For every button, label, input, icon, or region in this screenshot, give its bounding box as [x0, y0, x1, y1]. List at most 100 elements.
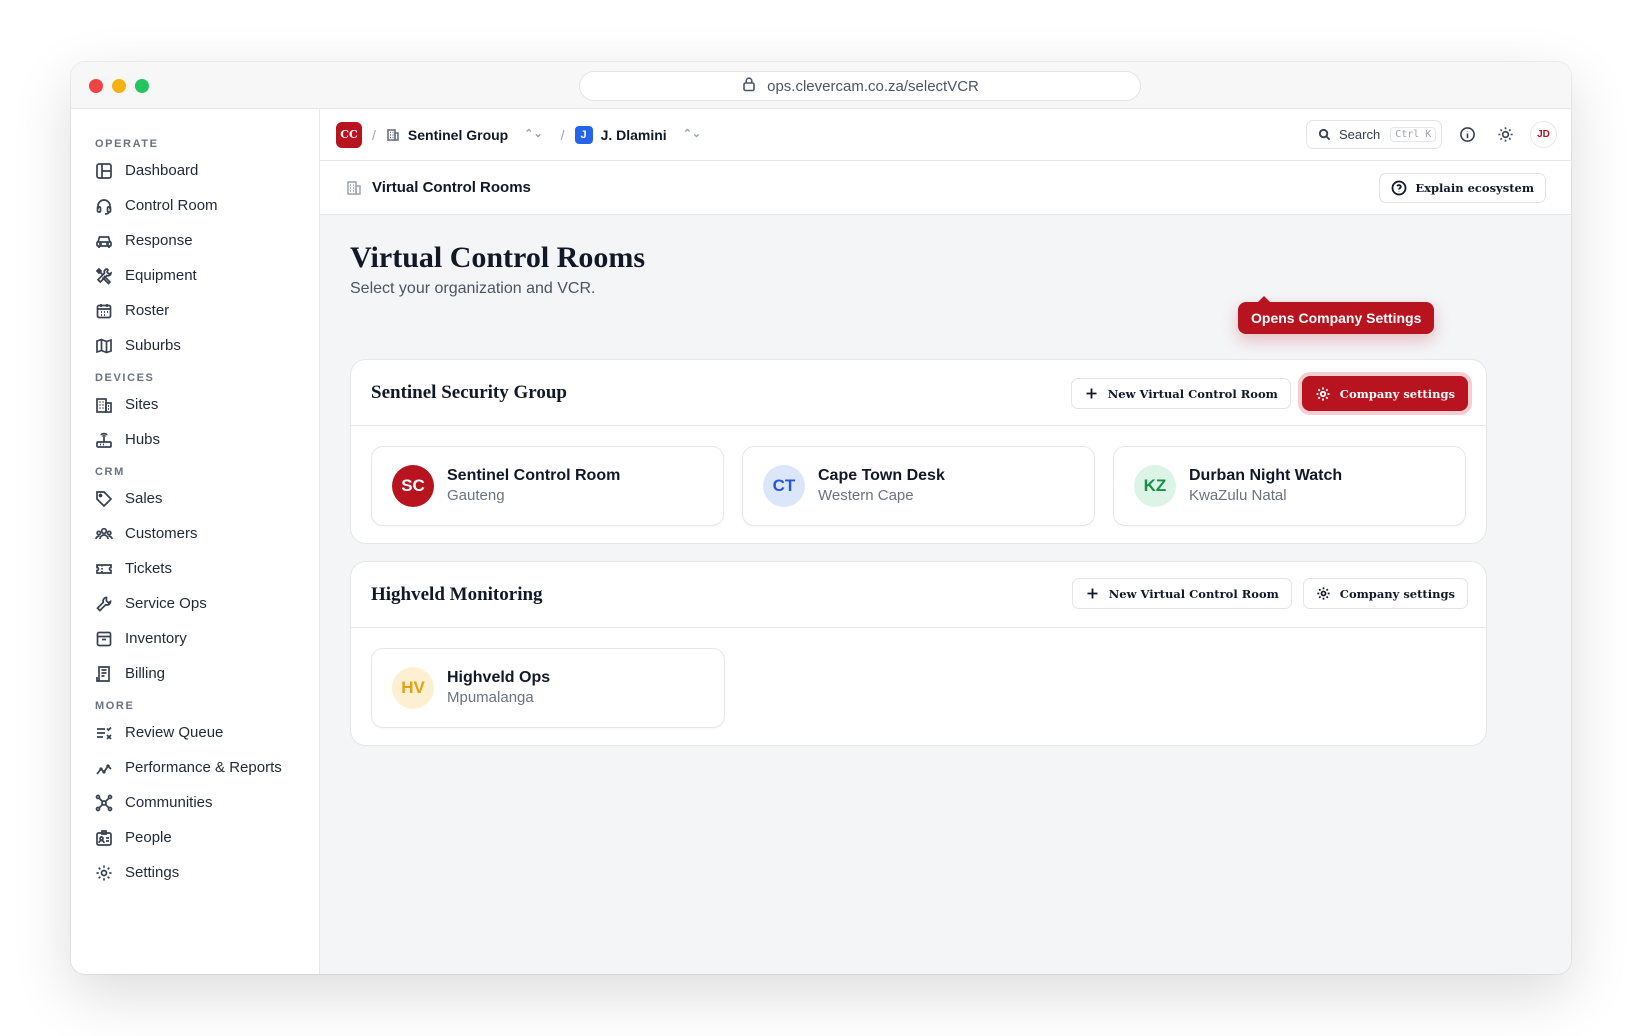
sidebar-item-label: Sales: [125, 490, 163, 507]
organization-actions: New Virtual Control Room Company setting…: [1071, 578, 1468, 609]
network-icon: [95, 794, 113, 811]
ticket-icon: [96, 563, 112, 574]
sidebar-item-label: Roster: [125, 302, 170, 319]
sidebar-item-label: Control Room: [125, 197, 218, 214]
building-icon: [347, 180, 361, 195]
page-subtitle: Select your organization and VCR.: [350, 280, 596, 297]
search-icon: [1318, 128, 1331, 141]
sidebar-item-roster[interactable]: Roster: [71, 293, 319, 328]
organization-card: Sentinel Security Group New Virtual Cont…: [350, 359, 1487, 544]
sidebar-item-inventory[interactable]: Inventory: [71, 621, 319, 656]
company-settings-button[interactable]: Company settings: [1302, 578, 1468, 609]
sidebar-section-more: MORE: [95, 700, 135, 712]
sidebar-item-billing[interactable]: Billing: [71, 656, 319, 691]
sidebar-item-sales[interactable]: Sales: [71, 481, 319, 516]
calendar-icon: [96, 303, 112, 318]
sidebar-item-settings[interactable]: Settings: [71, 855, 319, 890]
sidebar-item-hubs[interactable]: Hubs: [71, 422, 319, 457]
new-virtual-control-room-button[interactable]: New Virtual Control Room: [1071, 578, 1292, 609]
vcr-region: Mpumalanga: [447, 689, 534, 706]
layout-icon: [96, 162, 112, 179]
user-avatar[interactable]: JD: [1530, 121, 1557, 148]
page-title: Virtual Control Rooms: [350, 241, 645, 274]
new-vcr-label: New Virtual Control Room: [1108, 586, 1279, 601]
lock-icon: [741, 76, 757, 96]
topbar: CC / Sentinel Group ⌃⌄ / J J. Dlamini ⌃⌄…: [320, 109, 1571, 161]
sidebar-item-performance-reports[interactable]: Performance & Reports: [71, 750, 319, 785]
sidebar-item-label: Suburbs: [125, 337, 181, 354]
user-name: J. Dlamini: [600, 126, 667, 143]
sidebar-item-communities[interactable]: Communities: [71, 785, 319, 820]
sidebar-section-devices: DEVICES: [95, 372, 155, 384]
user-badge: J: [574, 125, 593, 144]
main-content: CC / Sentinel Group ⌃⌄ / J J. Dlamini ⌃⌄…: [320, 109, 1571, 974]
vcr-list: SC Sentinel Control Room Gauteng CT Cape…: [351, 426, 1486, 526]
organization-card-header: Highveld Monitoring New Virtual Control …: [351, 562, 1486, 628]
plus-icon: [1087, 588, 1098, 599]
sidebar-item-dashboard[interactable]: Dashboard: [71, 153, 319, 188]
page-header-bar: Virtual Control Rooms Explain ecosystem: [320, 161, 1571, 215]
maximize-window-button[interactable]: [135, 79, 149, 93]
sidebar-item-tickets[interactable]: Tickets: [71, 551, 319, 586]
vcr-card[interactable]: CT Cape Town Desk Western Cape: [742, 446, 1095, 526]
theme-toggle-button[interactable]: [1492, 122, 1518, 148]
help-circle-icon: [1391, 180, 1407, 196]
sun-icon: [1497, 127, 1513, 142]
sidebar-item-sites[interactable]: Sites: [71, 387, 319, 422]
search-button[interactable]: Search Ctrl K: [1306, 120, 1442, 149]
sidebar-item-label: Dashboard: [125, 162, 199, 179]
sidebar-item-customers[interactable]: Customers: [71, 516, 319, 551]
browser-window: ops.clevercam.co.za/selectVCR OPERATE Da…: [71, 62, 1571, 974]
sidebar-item-equipment[interactable]: Equipment: [71, 258, 319, 293]
vcr-name: Sentinel Control Room: [447, 467, 621, 484]
sidebar-item-control-room[interactable]: Control Room: [71, 188, 319, 223]
plus-icon: [1086, 388, 1097, 399]
vcr-card[interactable]: HV Highveld Ops Mpumalanga: [371, 648, 725, 728]
sidebar-section-operate: OPERATE: [95, 138, 159, 150]
sidebar-item-response[interactable]: Response: [71, 223, 319, 258]
chevron-up-down-icon: ⌃⌄: [524, 128, 543, 140]
explain-ecosystem-button[interactable]: Explain ecosystem: [1379, 173, 1546, 203]
vcr-avatar: HV: [392, 667, 434, 709]
tools-icon: [95, 267, 112, 285]
vcr-card[interactable]: SC Sentinel Control Room Gauteng: [371, 446, 724, 526]
vcr-list: HV Highveld Ops Mpumalanga: [351, 628, 1486, 728]
organization-name: Highveld Monitoring: [371, 583, 543, 605]
organization-switcher[interactable]: Sentinel Group ⌃⌄: [386, 127, 543, 143]
section-title: Virtual Control Rooms: [372, 179, 531, 196]
sidebar-item-label: Customers: [125, 525, 198, 542]
chevron-up-down-icon: ⌃⌄: [682, 128, 702, 140]
sidebar-item-suburbs[interactable]: Suburbs: [71, 328, 319, 363]
building-icon: [96, 397, 112, 413]
gear-icon: [96, 865, 112, 880]
close-window-button[interactable]: [89, 79, 103, 93]
sidebar-item-label: Billing: [125, 665, 166, 682]
vcr-avatar: CT: [763, 465, 805, 507]
info-button[interactable]: [1454, 122, 1480, 148]
browser-titlebar: ops.clevercam.co.za/selectVCR: [71, 62, 1571, 109]
explain-ecosystem-label: Explain ecosystem: [1415, 181, 1534, 195]
user-switcher[interactable]: J J. Dlamini ⌃⌄: [574, 125, 702, 144]
organization-actions: New Virtual Control Room Company setting…: [1070, 376, 1468, 411]
organization-name: Sentinel Security Group: [371, 381, 567, 403]
org-logo[interactable]: CC: [336, 121, 362, 148]
minimize-window-button[interactable]: [112, 79, 126, 93]
sidebar-item-label: Response: [125, 232, 193, 249]
vcr-region: Gauteng: [447, 487, 505, 504]
new-virtual-control-room-button[interactable]: New Virtual Control Room: [1070, 378, 1291, 409]
search-label: Search: [1339, 127, 1381, 142]
sidebar-item-label: Review Queue: [125, 724, 224, 741]
sidebar-item-people[interactable]: People: [71, 820, 319, 855]
vcr-avatar: SC: [392, 465, 434, 507]
users-icon: [95, 527, 113, 539]
company-settings-button[interactable]: Company settings: [1301, 376, 1468, 411]
sidebar-item-label: Service Ops: [125, 595, 207, 612]
sidebar-item-label: Inventory: [125, 630, 187, 647]
vcr-card[interactable]: KZ Durban Night Watch KwaZulu Natal: [1113, 446, 1466, 526]
sidebar-item-service-ops[interactable]: Service Ops: [71, 586, 319, 621]
search-shortcut: Ctrl K: [1390, 127, 1437, 142]
address-bar[interactable]: ops.clevercam.co.za/selectVCR: [579, 71, 1141, 101]
sidebar-item-review-queue[interactable]: Review Queue: [71, 715, 319, 750]
sidebar-item-label: Communities: [125, 794, 213, 811]
vcr-name: Durban Night Watch: [1189, 467, 1343, 484]
